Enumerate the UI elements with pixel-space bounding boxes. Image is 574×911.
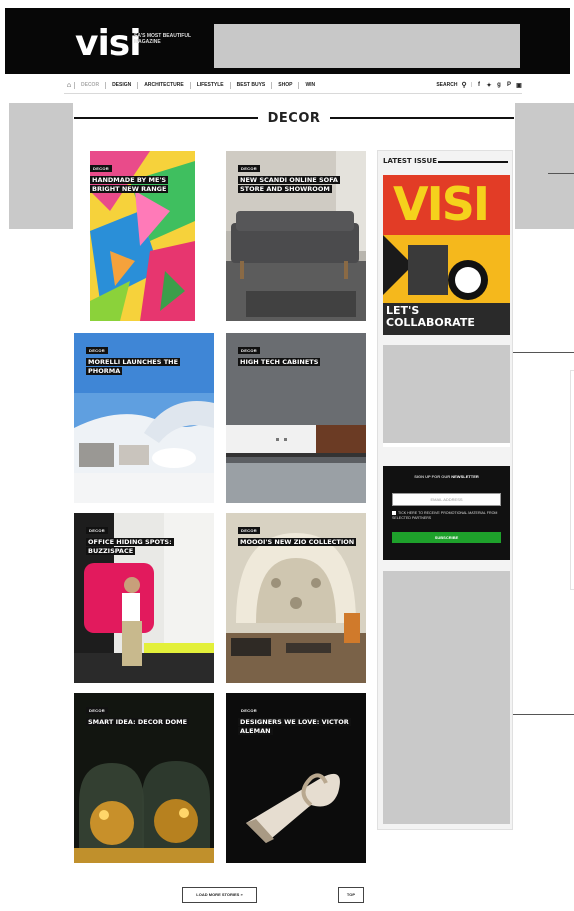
article-card[interactable]: DECOR MOOOI'S NEW ZIO COLLECTION: [226, 513, 366, 683]
search-icon[interactable]: ⚲: [461, 81, 466, 89]
article-title[interactable]: OFFICE HIDING SPOTS: BUZZISPACE: [86, 538, 206, 556]
instagram-icon[interactable]: ▣: [516, 82, 522, 89]
article-title[interactable]: MOOOI'S NEW ZIO COLLECTION: [238, 538, 358, 547]
latest-issue-cover[interactable]: VISI LET'S COLLABORATE: [383, 175, 510, 335]
nav-item-win[interactable]: WIN: [298, 81, 321, 89]
site-header: visi SA'S MOST BEAUTIFUL MAGAZINE: [5, 8, 570, 74]
article-card[interactable]: DECOR DESIGNERS WE LOVE: VICTOR ALEMAN: [226, 693, 366, 863]
nav-item-design[interactable]: DESIGN: [105, 81, 137, 89]
article-tag[interactable]: DECOR: [238, 165, 260, 172]
article-title[interactable]: DESIGNERS WE LOVE: VICTOR ALEMAN: [238, 718, 358, 736]
latest-issue-label: LATEST ISSUE: [383, 157, 437, 165]
article-card[interactable]: DECOR HIGH TECH CABINETS: [226, 333, 366, 503]
main-nav: ⌂ DECOR DESIGN ARCHITECTURE LIFESTYLE BE…: [64, 77, 522, 94]
article-card[interactable]: DECOR NEW SCANDI ONLINE SOFA STORE AND S…: [226, 151, 366, 321]
sidebar-ad-1[interactable]: [383, 345, 510, 443]
nav-utilities: SEARCH ⚲ | f ✦ g P ▣: [436, 81, 522, 89]
article-tag[interactable]: DECOR: [90, 165, 112, 172]
page-title: DECOR: [267, 110, 321, 126]
load-more-button[interactable]: LOAD MORE STORIES »: [182, 887, 257, 903]
section-heading: DECOR: [74, 107, 514, 129]
nav-item-best-buys[interactable]: BEST BUYS: [229, 81, 272, 89]
google-plus-icon[interactable]: g: [496, 82, 502, 88]
article-tag[interactable]: DECOR: [86, 707, 108, 714]
article-tag[interactable]: DECOR: [86, 527, 108, 534]
article-title[interactable]: SMART IDEA: DECOR DOME: [86, 718, 206, 727]
article-tag[interactable]: DECOR: [238, 707, 260, 714]
subscribe-button[interactable]: SUBSCRIBE: [392, 532, 501, 543]
nav-item-decor[interactable]: DECOR: [74, 81, 105, 89]
nav-item-architecture[interactable]: ARCHITECTURE: [137, 81, 189, 89]
article-card[interactable]: DECOR SMART IDEA: DECOR DOME: [74, 693, 214, 863]
twitter-icon[interactable]: ✦: [486, 82, 492, 89]
checkbox-icon[interactable]: [392, 511, 396, 516]
article-title[interactable]: HANDMADE BY ME'S BRIGHT NEW RANGE: [90, 176, 193, 194]
cover-logo: VISI: [393, 177, 490, 231]
home-icon[interactable]: ⌂: [64, 82, 74, 89]
site-logo[interactable]: visi: [75, 24, 142, 64]
article-title[interactable]: HIGH TECH CABINETS: [238, 358, 358, 367]
article-title[interactable]: NEW SCANDI ONLINE SOFA STORE AND SHOWROO…: [238, 176, 358, 194]
promo-checkbox[interactable]: TICK HERE TO RECEIVE PROMOTIONAL MATERIA…: [392, 511, 503, 521]
search-label[interactable]: SEARCH: [436, 82, 457, 88]
article-tag[interactable]: DECOR: [238, 347, 260, 354]
article-card[interactable]: DECOR MORELLI LAUNCHES THE PHORMA: [74, 333, 214, 503]
sidebar-ad-2[interactable]: [383, 571, 510, 824]
nav-item-shop[interactable]: SHOP: [271, 81, 298, 89]
facebook-icon[interactable]: f: [476, 82, 482, 88]
pinterest-icon[interactable]: P: [506, 82, 512, 88]
left-skin-ad[interactable]: [9, 103, 73, 229]
article-card[interactable]: DECOR HANDMADE BY ME'S BRIGHT NEW RANGE: [90, 151, 195, 321]
newsletter-title: SIGN UP FOR OUR NEWSLETTER: [414, 474, 479, 479]
cover-headline: LET'S COLLABORATE: [386, 304, 475, 329]
article-card[interactable]: DECOR OFFICE HIDING SPOTS: BUZZISPACE: [74, 513, 214, 683]
right-skin-ad[interactable]: [515, 103, 574, 229]
article-tag[interactable]: DECOR: [238, 527, 260, 534]
article-tag[interactable]: DECOR: [86, 347, 108, 354]
right-edge-panel: [570, 370, 574, 590]
nav-item-lifestyle[interactable]: LIFESTYLE: [189, 81, 230, 89]
article-title[interactable]: MORELLI LAUNCHES THE PHORMA: [86, 358, 206, 376]
newsletter-signup: SIGN UP FOR OUR NEWSLETTER EMAIL ADDRESS…: [383, 466, 510, 560]
header-ad-banner[interactable]: [214, 24, 520, 68]
site-tagline: SA'S MOST BEAUTIFUL MAGAZINE: [134, 33, 191, 45]
email-field[interactable]: EMAIL ADDRESS: [392, 493, 501, 506]
back-to-top-button[interactable]: TOP: [338, 887, 364, 903]
